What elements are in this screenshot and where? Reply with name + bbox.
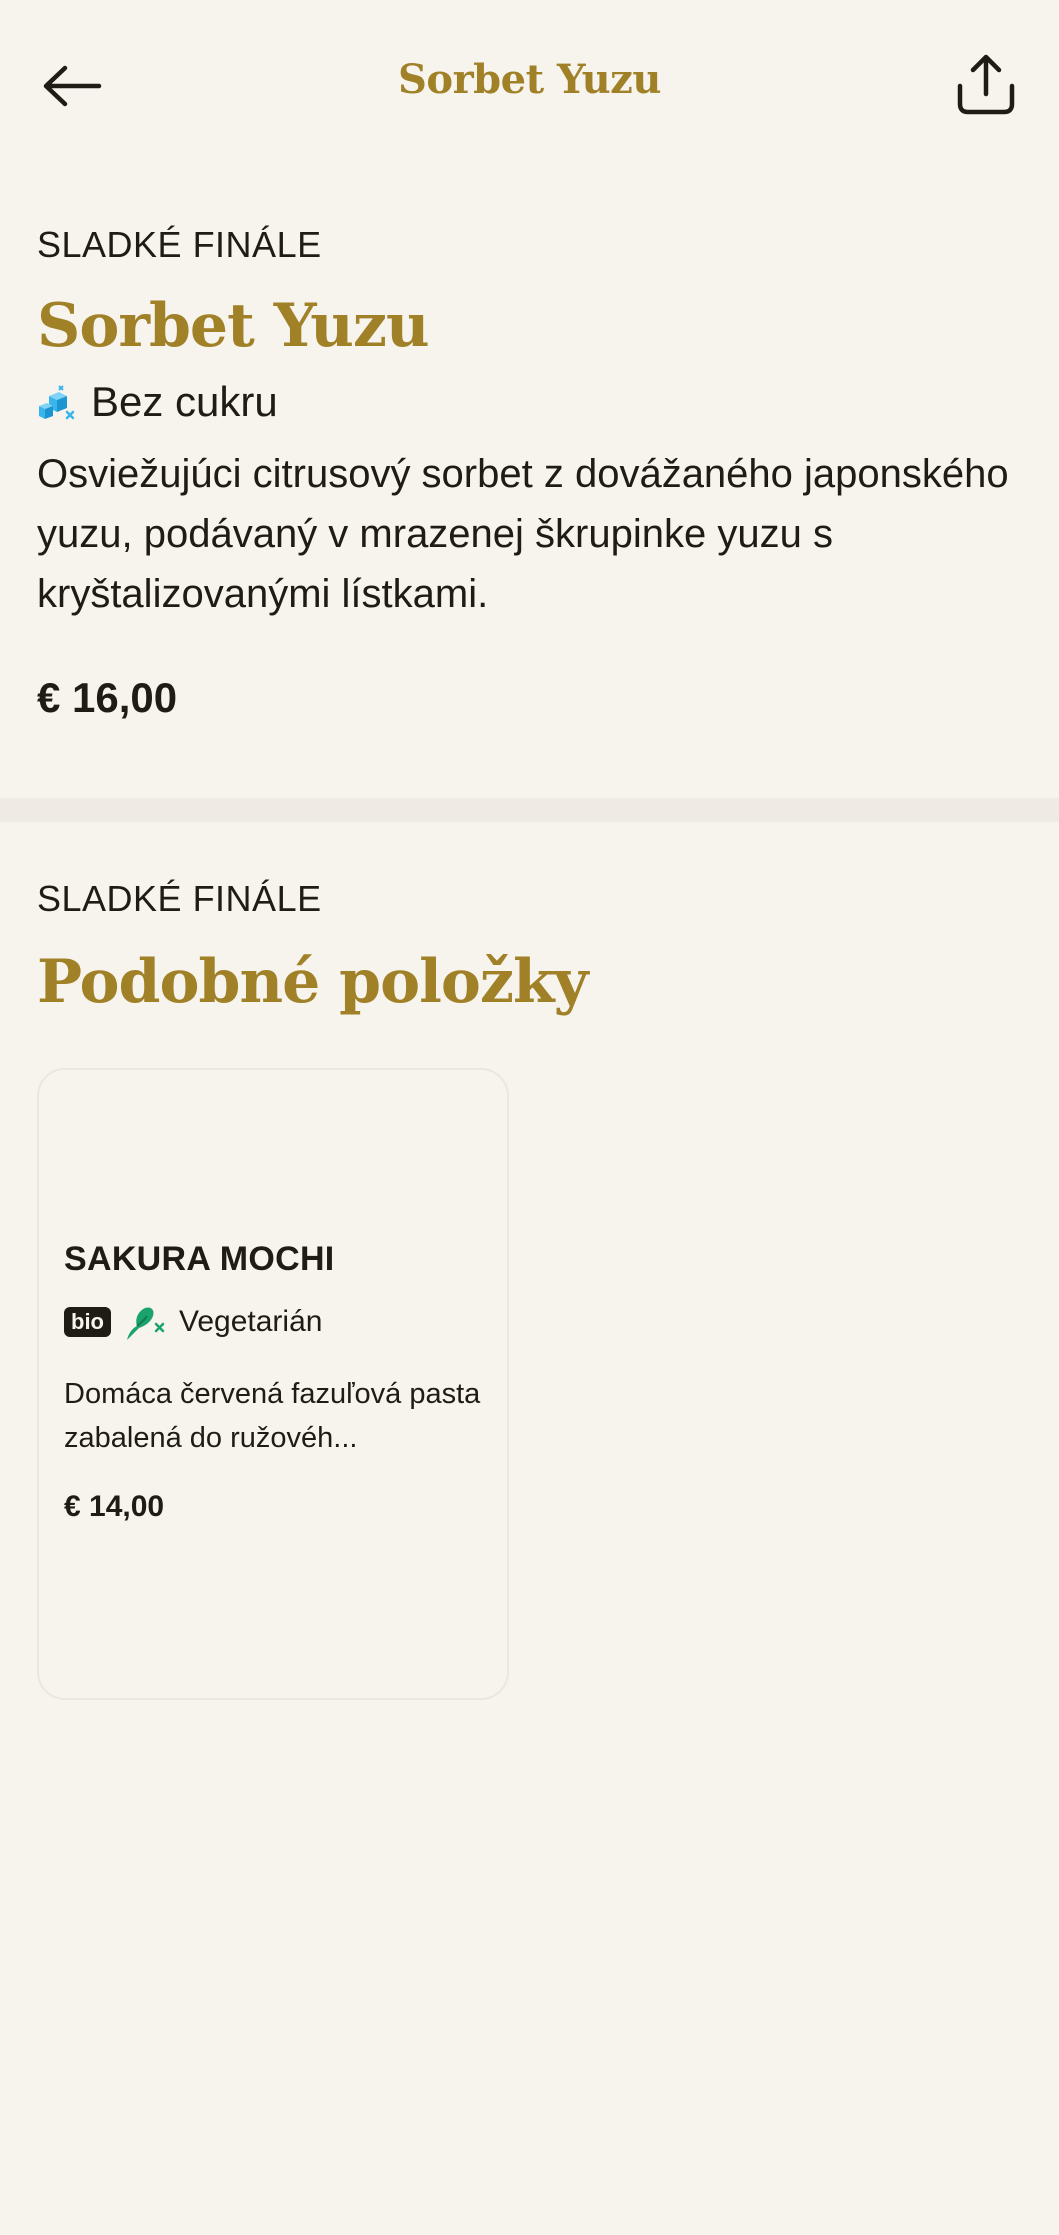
item-category: SLADKÉ FINÁLE bbox=[37, 224, 322, 265]
item-title: Sorbet Yuzu bbox=[37, 291, 430, 361]
similar-item-tag-label: Vegetarián bbox=[179, 1305, 323, 1338]
similar-title: Podobné položky bbox=[37, 947, 588, 1017]
share-icon bbox=[957, 54, 1015, 115]
sugar-free-icon bbox=[39, 385, 75, 420]
vegetarian-icon bbox=[127, 1307, 165, 1340]
similar-category: SLADKÉ FINÁLE bbox=[37, 878, 322, 919]
similar-item-tags: bio Vegetarián bbox=[64, 1300, 322, 1344]
item-tag-label: Bez cukru bbox=[91, 378, 278, 425]
similar-item-description: Domáca červená fazuľová pasta zabalená d… bbox=[64, 1378, 481, 1454]
header-title: Sorbet Yuzu bbox=[398, 56, 661, 103]
similar-item-card[interactable]: SAKURA MOCHI bio Vegetarián Domáca červe… bbox=[37, 1068, 509, 1700]
item-description: Osviežujúci citrusový sorbet z dovážanéh… bbox=[37, 452, 1009, 616]
section-divider bbox=[0, 798, 1059, 822]
header: Sorbet Yuzu bbox=[0, 0, 1059, 170]
item-detail: SLADKÉ FINÁLE Sorbet Yuzu Bez cukru Osvi… bbox=[37, 218, 1027, 722]
item-price: € 16,00 bbox=[37, 674, 178, 721]
bio-badge: bio bbox=[64, 1307, 111, 1337]
share-button[interactable] bbox=[950, 48, 1022, 120]
similar-item-name: SAKURA MOCHI bbox=[64, 1240, 335, 1278]
similar-item-price: € 14,00 bbox=[64, 1490, 165, 1523]
item-tag: Bez cukru bbox=[37, 374, 1027, 430]
page: Sorbet Yuzu SLADKÉ FINÁLE Sorbet Yuzu Be… bbox=[0, 0, 1059, 2235]
similar-section: SLADKÉ FINÁLE Podobné položky bbox=[37, 872, 1027, 1020]
